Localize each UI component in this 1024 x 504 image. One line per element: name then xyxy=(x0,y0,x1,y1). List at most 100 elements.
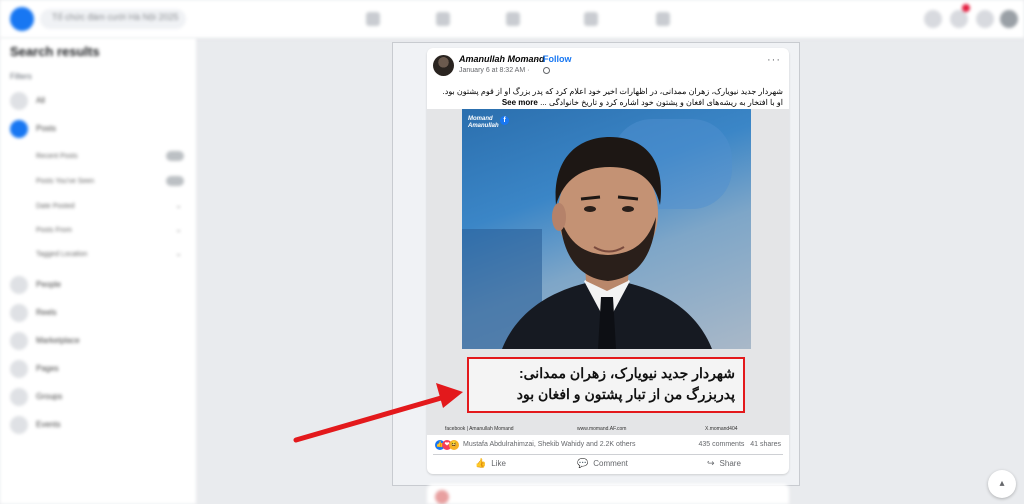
like-button[interactable]: 👍 Like xyxy=(475,458,506,472)
people-icon xyxy=(10,276,28,294)
pages-icon xyxy=(10,360,28,378)
engagement-counts: 435 comments 41 shares xyxy=(698,441,781,448)
image-footer-x: X.momand404 xyxy=(705,426,738,432)
post-body: شهردار جدید نیویارک، زهران ممدانی، در اظ… xyxy=(437,86,783,108)
portrait-photo: Momand Amanullah f xyxy=(462,109,751,349)
search-query-text: Tổ chức đám cưới Hà Nội 2025 xyxy=(52,12,179,22)
filter-label: Tagged Location xyxy=(36,251,88,258)
thumbs-up-icon: 👍 xyxy=(475,458,487,468)
sidebar-item-pages[interactable]: Pages xyxy=(10,358,190,380)
highlighted-caption: شهردار جدید نیویارک، زهران ممدانی: پدربز… xyxy=(467,357,745,413)
sidebar-item-marketplace[interactable]: Marketplace xyxy=(10,330,190,352)
filter-label: Recent Posts xyxy=(36,153,78,160)
image-footer-facebook: facebook | Amanullah Momand xyxy=(445,426,514,432)
menu-grid-icon[interactable] xyxy=(924,10,942,28)
profile-avatar[interactable] xyxy=(1000,10,1018,28)
reactors-list[interactable]: Mustafa Abdulrahimzai, Shekib Wahidy and… xyxy=(463,441,636,448)
post-image[interactable]: Momand Amanullah f شهردار جدید نیویارک، … xyxy=(427,109,789,435)
chevron-down-icon: ⌄ xyxy=(175,201,182,210)
filter-label: Posts You've Seen xyxy=(36,178,95,185)
sidebar-item-label: Events xyxy=(36,420,61,429)
see-more-link[interactable]: See more xyxy=(502,98,538,107)
chevron-down-icon: ⌄ xyxy=(175,249,182,258)
sidebar-title: Search results xyxy=(10,44,100,59)
filter-label: Date Posted xyxy=(36,203,75,210)
divider xyxy=(433,454,783,455)
groups-nav-icon[interactable] xyxy=(584,12,598,26)
search-sidebar: Search results Filters All Posts Recent … xyxy=(0,38,196,504)
sidebar-item-label: All xyxy=(36,96,45,105)
caption-line: پدربزرگ من از تبار پشتون و افغان بود xyxy=(516,386,735,402)
watermark-line: Amanullah xyxy=(468,123,499,129)
author-name[interactable]: Amanullah Momand xyxy=(459,54,545,64)
sidebar-item-label: Groups xyxy=(36,392,63,401)
filter-tagged-location[interactable]: Tagged Location ⌄ xyxy=(36,246,190,264)
filter-posts-from[interactable]: Posts From ⌄ xyxy=(36,222,190,240)
sidebar-item-people[interactable]: People xyxy=(10,274,190,296)
grid-icon xyxy=(10,92,28,110)
comment-button[interactable]: 💬 Comment xyxy=(577,458,628,472)
share-label: Share xyxy=(719,459,741,468)
groups-icon xyxy=(10,388,28,406)
comment-bubble-icon: 💬 xyxy=(577,458,589,468)
avatar[interactable] xyxy=(435,490,449,504)
toggle-switch[interactable] xyxy=(166,176,184,186)
like-label: Like xyxy=(491,459,506,468)
shares-count[interactable]: 41 shares xyxy=(750,441,781,448)
chevron-down-icon: ⌄ xyxy=(175,225,182,234)
sidebar-item-events[interactable]: Events xyxy=(10,414,190,436)
sidebar-item-label: Pages xyxy=(36,364,59,373)
sidebar-item-groups[interactable]: Groups xyxy=(10,386,190,408)
sidebar-item-label: Reels xyxy=(36,308,57,317)
marketplace-nav-icon[interactable] xyxy=(506,12,520,26)
sidebar-item-all[interactable]: All xyxy=(10,90,190,112)
filter-date-posted[interactable]: Date Posted ⌄ xyxy=(36,198,190,216)
posts-icon xyxy=(10,120,28,138)
post-timestamp[interactable]: January 6 at 8:32 AM · xyxy=(459,67,529,74)
caption-line: شهردار جدید نیویارک، زهران ممدانی: xyxy=(518,365,735,381)
portrait-illustration xyxy=(502,137,712,349)
messenger-icon[interactable] xyxy=(950,10,968,28)
filter-recent-posts[interactable]: Recent Posts xyxy=(36,148,190,166)
notification-badge xyxy=(962,4,970,12)
sidebar-item-label: Marketplace xyxy=(36,336,80,345)
events-icon xyxy=(10,416,28,434)
sidebar-item-posts[interactable]: Posts xyxy=(10,118,190,140)
notifications-icon[interactable] xyxy=(976,10,994,28)
filters-label: Filters xyxy=(10,72,32,81)
watermark-text: Momand Amanullah xyxy=(468,116,499,130)
reels-icon xyxy=(10,304,28,322)
more-options-icon[interactable]: ··· xyxy=(767,54,781,66)
comment-label: Comment xyxy=(593,459,628,468)
sidebar-item-label: Posts xyxy=(36,124,57,133)
watermark-line: Momand xyxy=(468,116,493,122)
toggle-switch[interactable] xyxy=(166,151,184,161)
post-text: شهردار جدید نیویارک، زهران ممدانی، در اظ… xyxy=(442,87,783,107)
separator-dot: · xyxy=(535,54,538,64)
globe-icon xyxy=(543,67,550,74)
video-icon[interactable] xyxy=(436,12,450,26)
haha-reaction-icon[interactable]: 😆 xyxy=(449,440,459,450)
author-avatar[interactable] xyxy=(433,55,454,76)
reactions-bar: 👍 ❤ 😆 Mustafa Abdulrahimzai, Shekib Wahi… xyxy=(435,440,785,452)
filter-posts-seen[interactable]: Posts You've Seen xyxy=(36,173,190,191)
scroll-to-top-button[interactable]: ▴ xyxy=(988,470,1016,498)
gaming-icon[interactable] xyxy=(656,12,670,26)
sidebar-item-reels[interactable]: Reels xyxy=(10,302,190,324)
comments-count[interactable]: 435 comments xyxy=(698,441,744,448)
next-post-card xyxy=(427,484,789,504)
filter-label: Posts From xyxy=(36,227,72,234)
marketplace-icon xyxy=(10,332,28,350)
follow-button[interactable]: Follow xyxy=(543,54,572,64)
sidebar-item-label: People xyxy=(36,280,61,289)
facebook-badge-icon: f xyxy=(500,116,509,125)
chevron-up-icon: ▴ xyxy=(999,478,1005,489)
share-button[interactable]: ↪ Share xyxy=(707,458,741,472)
image-footer-website: www.momand.AF.com xyxy=(577,426,627,432)
home-icon[interactable] xyxy=(366,12,380,26)
watermark-logo: Momand Amanullah f xyxy=(468,115,510,137)
facebook-logo-icon[interactable] xyxy=(10,7,34,31)
post-card: Amanullah Momand · Follow January 6 at 8… xyxy=(427,48,789,474)
share-arrow-icon: ↪ xyxy=(707,458,715,468)
top-navigation-bar: Tổ chức đám cưới Hà Nội 2025 xyxy=(0,0,1024,39)
